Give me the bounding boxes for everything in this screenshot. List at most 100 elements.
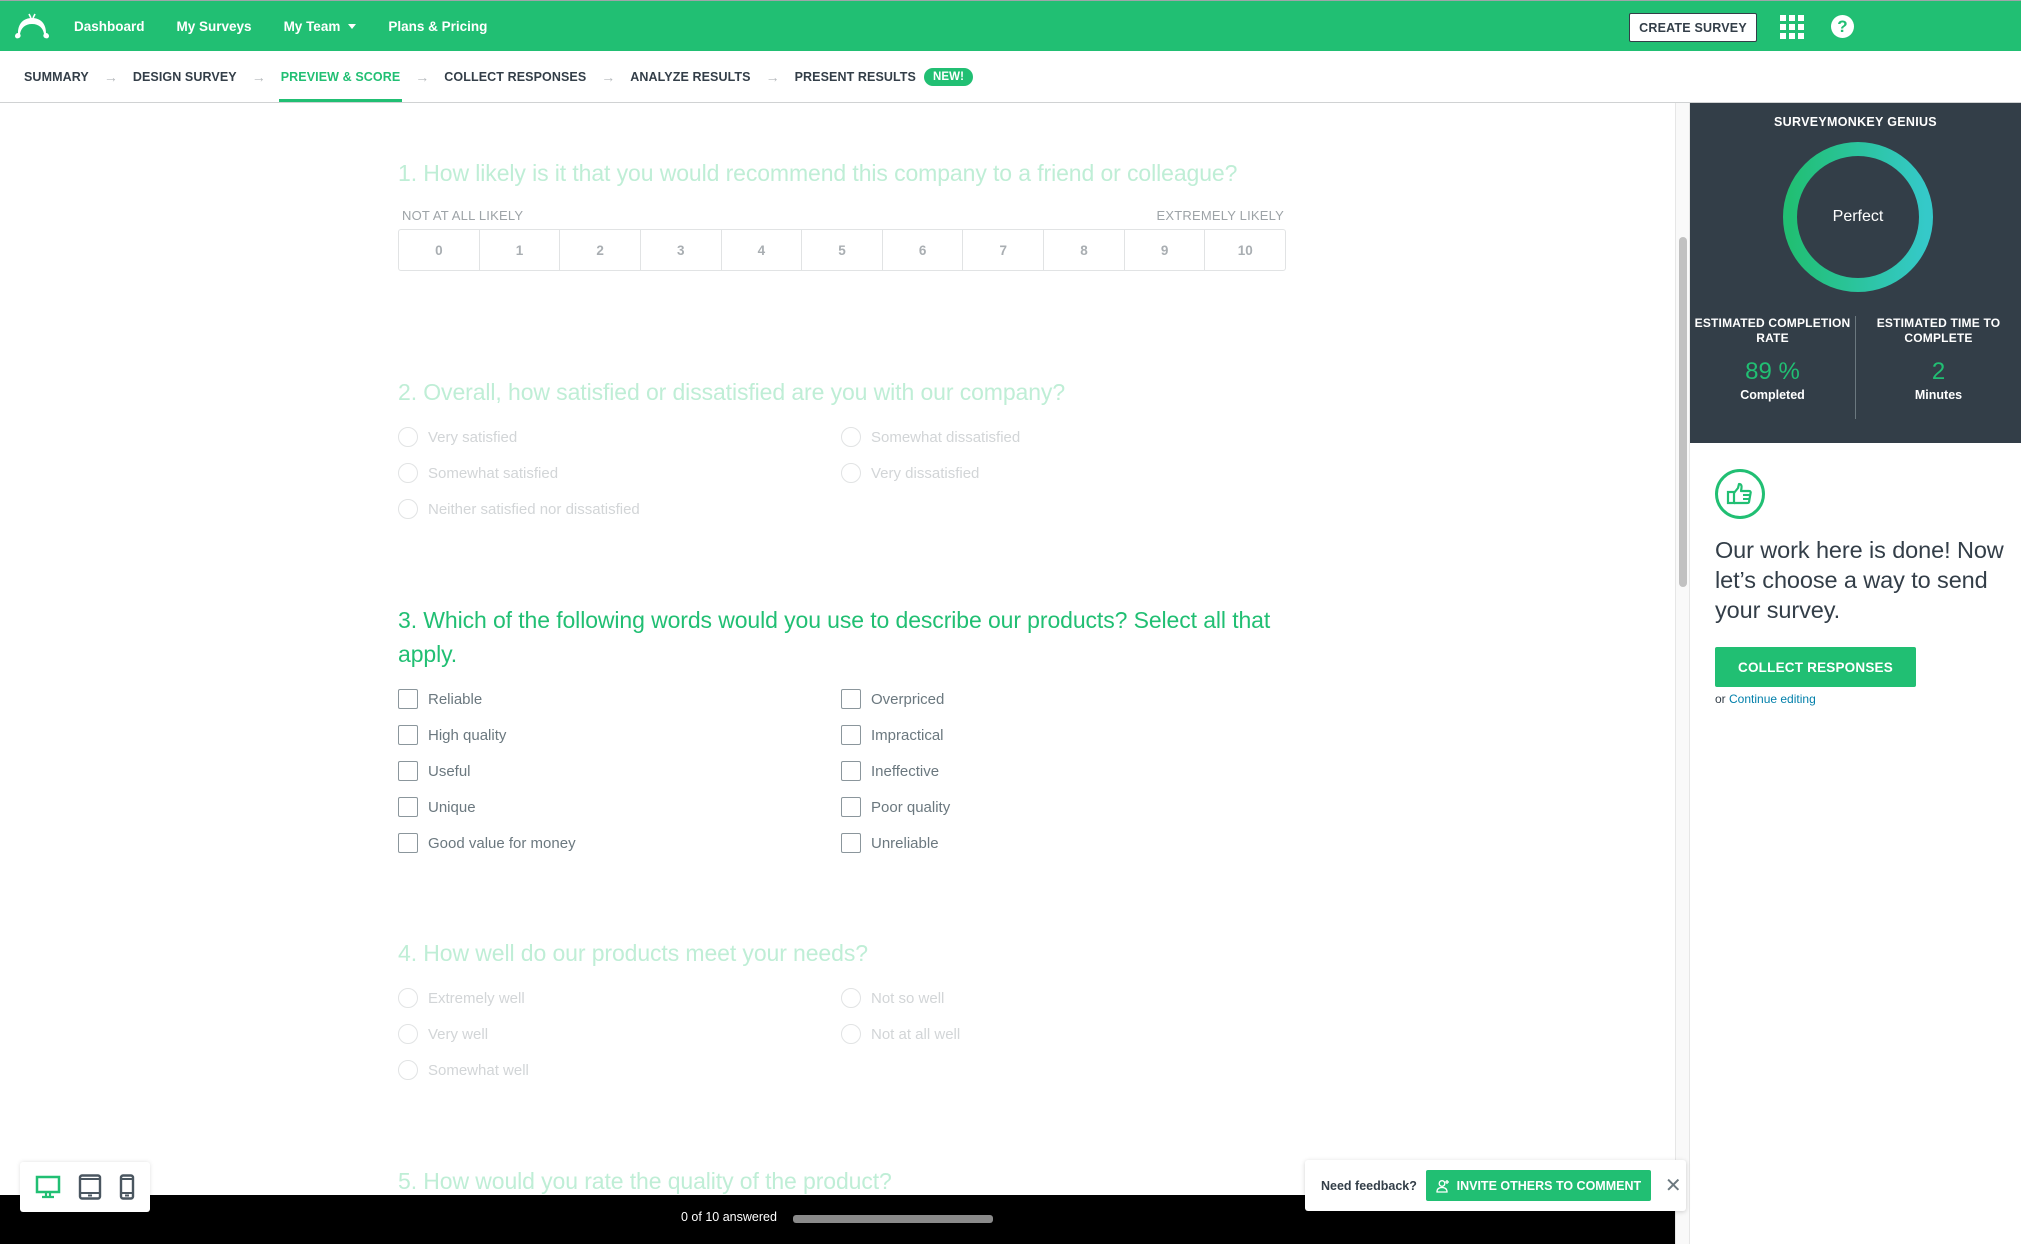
radio-option[interactable]: Not so well: [841, 980, 1284, 1016]
genius-rating: Perfect: [1832, 208, 1884, 225]
nps-scale: 0 1 2 3 4 5 6 7 8 9 10: [398, 229, 1286, 271]
checkbox-option[interactable]: Overpriced: [841, 681, 1284, 717]
nps-option[interactable]: 10: [1205, 230, 1285, 270]
thumbs-up-icon: [1715, 469, 1765, 519]
nps-option[interactable]: 2: [560, 230, 641, 270]
radio-button[interactable]: [398, 1024, 418, 1044]
nps-option[interactable]: 9: [1125, 230, 1206, 270]
nav-plans-pricing[interactable]: Plans & Pricing: [388, 19, 487, 34]
nps-option[interactable]: 7: [963, 230, 1045, 270]
checkbox-option[interactable]: Unique: [398, 789, 841, 825]
step-design-survey[interactable]: DESIGN SURVEY: [133, 51, 237, 102]
step-collect-responses[interactable]: COLLECT RESPONSES: [444, 51, 586, 102]
main-nav: Dashboard My Surveys My Team Plans & Pri…: [74, 1, 519, 51]
nps-option[interactable]: 8: [1044, 230, 1125, 270]
checkbox[interactable]: [398, 761, 418, 781]
collect-responses-button[interactable]: COLLECT RESPONSES: [1715, 647, 1916, 687]
radio-button[interactable]: [841, 463, 861, 483]
scrollbar[interactable]: [1675, 103, 1690, 1244]
nps-option[interactable]: 3: [641, 230, 722, 270]
radio-option[interactable]: Neither satisfied nor dissatisfied: [398, 491, 841, 527]
checkbox-option[interactable]: Ineffective: [841, 753, 1284, 789]
close-icon[interactable]: ✕: [1665, 1176, 1682, 1196]
question-title: 5. How would you rate the quality of the…: [398, 1168, 892, 1194]
nav-dashboard[interactable]: Dashboard: [74, 19, 145, 34]
genius-stats: ESTIMATED COMPLETION RATE 89 % Completed…: [1690, 316, 2021, 419]
option-label: Impractical: [871, 726, 944, 744]
help-icon[interactable]: ?: [1831, 15, 1854, 38]
genius-sidebar: SURVEYMONKEY GENIUS Perfect ESTIMATED CO…: [1690, 103, 2021, 1244]
nps-option[interactable]: 6: [883, 230, 964, 270]
option-label: Very dissatisfied: [871, 464, 980, 482]
checkbox-option[interactable]: Useful: [398, 753, 841, 789]
stat-value: 2: [1931, 358, 1946, 385]
radio-option[interactable]: Very well: [398, 1016, 841, 1052]
radio-option[interactable]: Very satisfied: [398, 419, 841, 455]
radio-button[interactable]: [841, 1024, 861, 1044]
radio-option[interactable]: Very dissatisfied: [841, 455, 1284, 491]
option-label: Unreliable: [871, 834, 939, 852]
step-present-results[interactable]: PRESENT RESULTS NEW!: [795, 51, 974, 102]
checkbox[interactable]: [841, 689, 861, 709]
checkbox[interactable]: [398, 725, 418, 745]
checkbox-option[interactable]: High quality: [398, 717, 841, 753]
stat-label: ESTIMATED COMPLETION RATE: [1694, 316, 1851, 345]
radio-option[interactable]: Extremely well: [398, 980, 841, 1016]
option-label: Somewhat well: [428, 1061, 529, 1079]
checkbox[interactable]: [841, 761, 861, 781]
surveymonkey-logo-icon[interactable]: [14, 13, 50, 39]
checkbox-option[interactable]: Poor quality: [841, 789, 1284, 825]
radio-option[interactable]: Somewhat well: [398, 1052, 841, 1088]
scale-labels: NOT AT ALL LIKELY EXTREMELY LIKELY: [398, 208, 1288, 223]
radio-button[interactable]: [841, 427, 861, 447]
phone-icon[interactable]: [119, 1174, 135, 1200]
radio-button[interactable]: [398, 499, 418, 519]
option-label: Very well: [428, 1025, 489, 1043]
nav-label: Plans & Pricing: [388, 18, 488, 34]
step-summary[interactable]: SUMMARY: [24, 51, 89, 102]
checkbox-option[interactable]: Good value for money: [398, 825, 841, 861]
desktop-icon[interactable]: [35, 1175, 61, 1199]
radio-button[interactable]: [398, 988, 418, 1008]
radio-button[interactable]: [398, 1060, 418, 1080]
checkbox-option[interactable]: Unreliable: [841, 825, 1284, 861]
nav-label: Dashboard: [74, 18, 145, 34]
question-5: 5. How would you rate the quality of the…: [398, 1164, 1288, 1195]
option-label: Unique: [428, 798, 476, 816]
radio-option[interactable]: Somewhat satisfied: [398, 455, 841, 491]
scale-low-label: NOT AT ALL LIKELY: [402, 208, 524, 223]
checkbox[interactable]: [398, 797, 418, 817]
question-2: 2. Overall, how satisfied or dissatisfie…: [398, 375, 1288, 527]
nav-my-team[interactable]: My Team: [284, 19, 357, 34]
nps-option[interactable]: 4: [722, 230, 803, 270]
radio-option[interactable]: Not at all well: [841, 1016, 1284, 1052]
nps-option[interactable]: 0: [399, 230, 480, 270]
checkbox[interactable]: [841, 797, 861, 817]
radio-option[interactable]: Somewhat dissatisfied: [841, 419, 1284, 455]
nav-my-surveys[interactable]: My Surveys: [177, 19, 252, 34]
checkbox[interactable]: [398, 833, 418, 853]
radio-button[interactable]: [398, 427, 418, 447]
invite-others-button[interactable]: INVITE OTHERS TO COMMENT: [1425, 1170, 1651, 1201]
question-title: 2. Overall, how satisfied or dissatisfie…: [398, 379, 1066, 405]
continue-editing-link[interactable]: Continue editing: [1729, 692, 1816, 706]
scrollbar-thumb[interactable]: [1679, 237, 1687, 587]
radio-button[interactable]: [841, 988, 861, 1008]
create-survey-button[interactable]: CREATE SURVEY: [1629, 13, 1757, 42]
radio-button[interactable]: [398, 463, 418, 483]
checkbox-option[interactable]: Reliable: [398, 681, 841, 717]
done-message: Our work here is done! Now let’s choose …: [1715, 537, 2004, 623]
checkbox[interactable]: [841, 833, 861, 853]
completion-rate-stat: ESTIMATED COMPLETION RATE 89 % Completed: [1690, 316, 1855, 419]
step-preview-score[interactable]: PREVIEW & SCORE: [278, 51, 402, 102]
checkbox-option[interactable]: Impractical: [841, 717, 1284, 753]
checkbox[interactable]: [398, 689, 418, 709]
tablet-icon[interactable]: [78, 1174, 102, 1200]
question-title: 1. How likely is it that you would recom…: [398, 160, 1238, 186]
nps-option[interactable]: 5: [802, 230, 883, 270]
options-list: Extremely well Very well Somewhat well Not …: [398, 980, 1288, 1088]
step-analyze-results[interactable]: ANALYZE RESULTS: [630, 51, 750, 102]
checkbox[interactable]: [841, 725, 861, 745]
nps-option[interactable]: 1: [480, 230, 561, 270]
grid-icon[interactable]: [1780, 15, 1804, 39]
